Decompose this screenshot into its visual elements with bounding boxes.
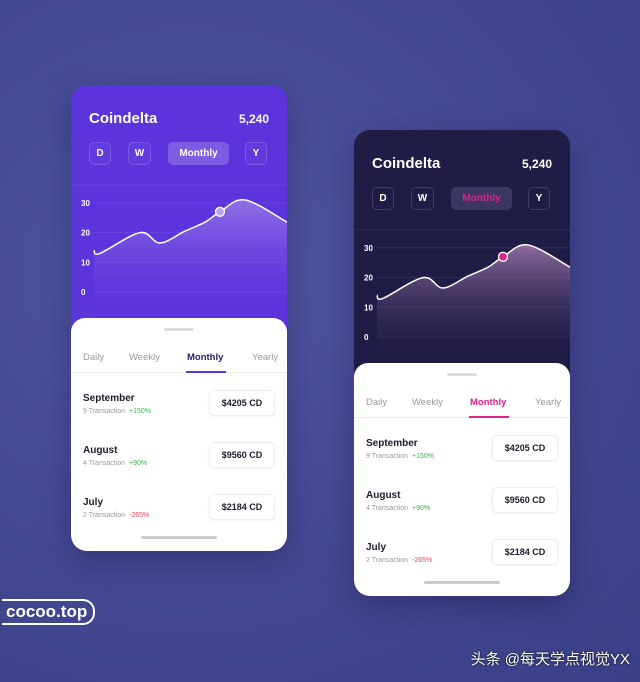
period-button-monthly[interactable]: Monthly — [168, 142, 229, 165]
change-percent: +90% — [412, 505, 431, 512]
transaction-row[interactable]: August 4 Transaction +90% $9560 CD — [83, 442, 275, 472]
transactions-sheet: Daily Weekly Monthly Yearly September 9 Tra… — [354, 363, 570, 596]
change-percent: +150% — [129, 408, 152, 415]
trend-area — [377, 244, 570, 365]
range-tabs: Daily Weekly Monthly Yearly — [71, 348, 287, 373]
balance-value: 5,240 — [521, 157, 552, 171]
range-tabs: Daily Weekly Monthly Yearly — [354, 393, 570, 418]
transactions-sheet: Daily Weekly Monthly Yearly September 9 Tra… — [71, 318, 287, 551]
month-label: August — [366, 490, 401, 501]
period-button-w[interactable]: W — [411, 187, 434, 210]
transaction-row[interactable]: August 4 Transaction +90% $9560 CD — [366, 487, 558, 517]
y-tick-label: 10 — [81, 258, 90, 267]
amount-button[interactable]: $4205 CD — [209, 390, 275, 416]
active-tab-indicator — [469, 416, 509, 418]
change-percent: +90% — [129, 460, 148, 467]
cocoo-logo: cocoo.top — [2, 599, 96, 625]
app-title: Coindelta — [372, 155, 441, 172]
transaction-count: 4 Transaction — [83, 460, 126, 467]
amount-button[interactable]: $9560 CD — [492, 487, 558, 513]
transaction-count: 9 Transaction — [83, 408, 126, 415]
watermark: 头条 @每天学点视觉YX — [470, 651, 630, 668]
drag-handle[interactable] — [447, 373, 477, 376]
month-label: July — [83, 497, 104, 508]
tab-yearly[interactable]: Yearly — [535, 397, 561, 408]
y-tick-label: 0 — [364, 333, 369, 342]
period-button-monthly[interactable]: Monthly — [451, 187, 512, 210]
tab-weekly[interactable]: Weekly — [129, 352, 160, 363]
y-tick-label: 30 — [364, 244, 373, 253]
trend-chart: 30 20 10 0 — [71, 184, 287, 320]
month-label: August — [83, 445, 118, 456]
amount-button[interactable]: $4205 CD — [492, 435, 558, 461]
transaction-count: 2 Transaction — [366, 557, 409, 564]
y-tick-label: 10 — [364, 303, 373, 312]
app-title: Coindelta — [89, 110, 158, 127]
trend-chart: 30 20 10 0 — [354, 229, 570, 365]
y-tick-label: 20 — [81, 229, 90, 238]
y-tick-label: 20 — [364, 274, 373, 283]
period-button-y[interactable]: Y — [528, 187, 550, 210]
selected-point-marker[interactable] — [497, 251, 509, 262]
dark-phone-card: Coindelta 5,240 D W Monthly Y 30 20 10 0 Daily We… — [354, 130, 570, 596]
home-indicator — [424, 581, 500, 584]
period-button-w[interactable]: W — [128, 142, 151, 165]
month-label: September — [83, 393, 135, 404]
transaction-count: 4 Transaction — [366, 505, 409, 512]
tab-weekly[interactable]: Weekly — [412, 397, 443, 408]
change-percent: -265% — [412, 557, 433, 564]
period-button-y[interactable]: Y — [245, 142, 267, 165]
selected-point-marker[interactable] — [214, 206, 226, 217]
transaction-row[interactable]: July 2 Transaction -265% $2184 CD — [83, 494, 275, 524]
transaction-row[interactable]: July 2 Transaction -265% $2184 CD — [366, 539, 558, 569]
period-button-d[interactable]: D — [372, 187, 394, 210]
light-phone-card: Coindelta 5,240 D W Monthly Y 30 20 10 0 Daily We… — [71, 85, 287, 551]
y-tick-label: 0 — [81, 288, 86, 297]
tab-daily[interactable]: Daily — [83, 352, 104, 363]
amount-button[interactable]: $2184 CD — [209, 494, 275, 520]
transaction-count: 2 Transaction — [83, 512, 126, 519]
tab-monthly[interactable]: Monthly — [470, 397, 506, 408]
change-percent: +150% — [412, 453, 435, 460]
tab-daily[interactable]: Daily — [366, 397, 387, 408]
tab-yearly[interactable]: Yearly — [252, 352, 278, 363]
y-tick-label: 30 — [81, 199, 90, 208]
balance-value: 5,240 — [238, 112, 269, 126]
home-indicator — [141, 536, 217, 539]
change-percent: -265% — [129, 512, 150, 519]
transaction-row[interactable]: September 9 Transaction +150% $4205 CD — [83, 390, 275, 420]
tab-monthly[interactable]: Monthly — [187, 352, 223, 363]
amount-button[interactable]: $9560 CD — [209, 442, 275, 468]
period-button-d[interactable]: D — [89, 142, 111, 165]
transaction-count: 9 Transaction — [366, 453, 409, 460]
active-tab-indicator — [186, 371, 226, 373]
trend-area — [94, 199, 287, 320]
drag-handle[interactable] — [164, 328, 194, 331]
amount-button[interactable]: $2184 CD — [492, 539, 558, 565]
month-label: September — [366, 438, 418, 449]
month-label: July — [366, 542, 387, 553]
transaction-row[interactable]: September 9 Transaction +150% $4205 CD — [366, 435, 558, 465]
